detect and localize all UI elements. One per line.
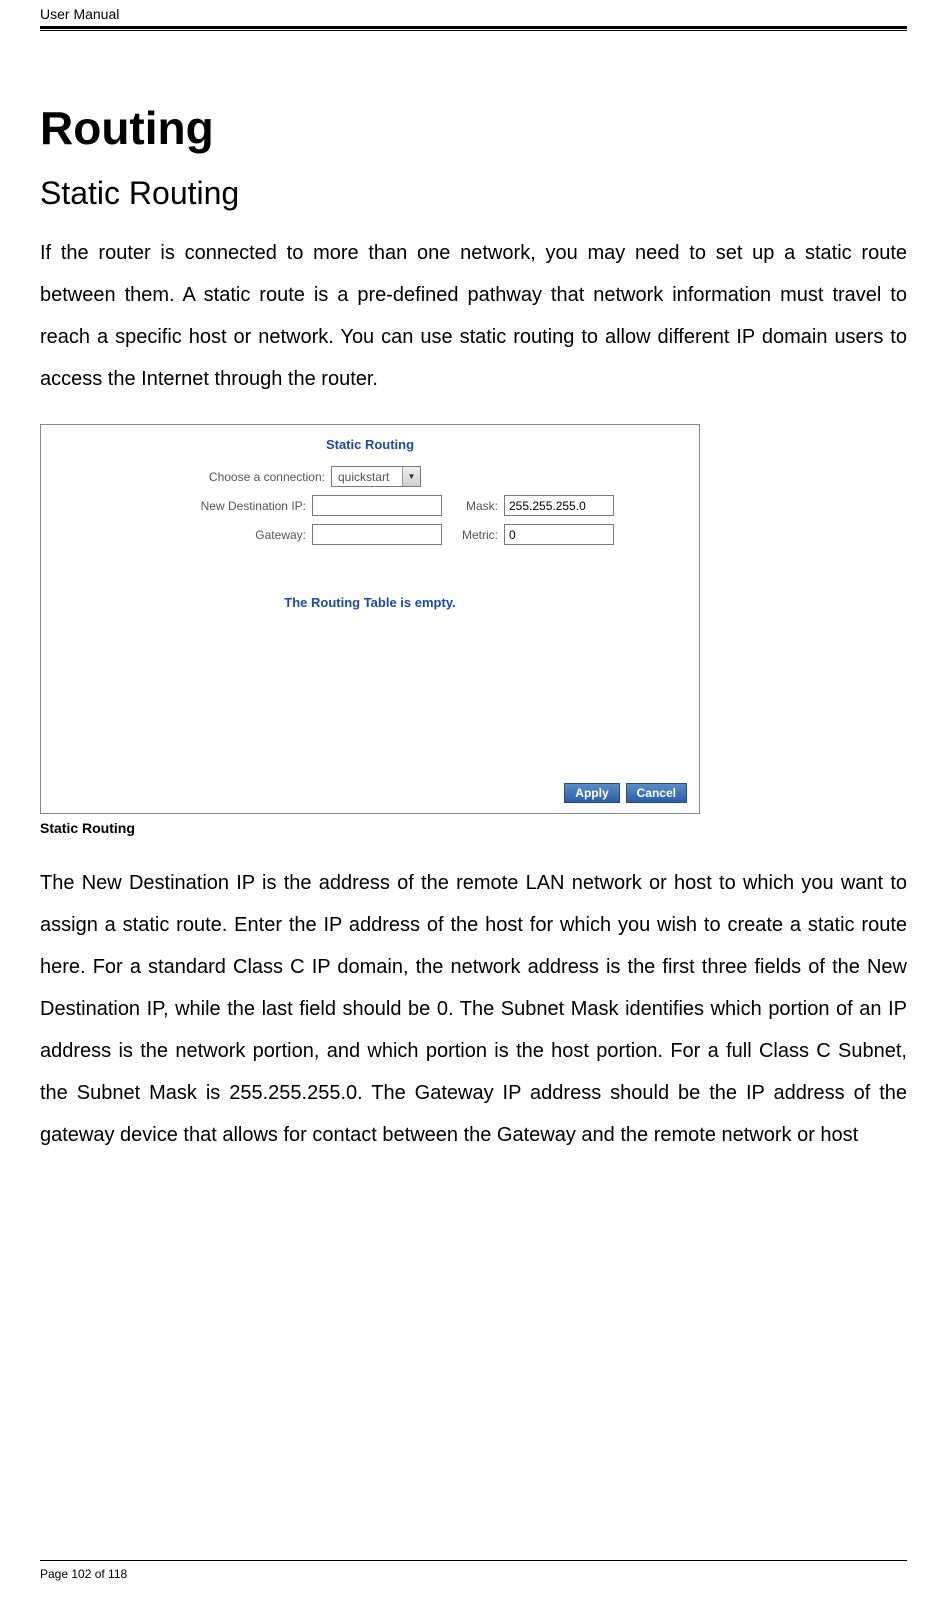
screenshot-title: Static Routing	[41, 425, 699, 466]
input-new-dest-ip[interactable]	[312, 495, 442, 516]
heading-routing: Routing	[40, 101, 907, 155]
description-paragraph: The New Destination IP is the address of…	[40, 862, 907, 1156]
row-destination-ip: New Destination IP: Mask:	[41, 495, 699, 516]
input-mask[interactable]	[504, 495, 614, 516]
chevron-down-icon[interactable]: ▼	[402, 467, 420, 486]
label-choose-connection: Choose a connection:	[145, 470, 325, 484]
figure-caption: Static Routing	[40, 820, 907, 836]
input-gateway[interactable]	[312, 524, 442, 545]
static-routing-screenshot: Static Routing Choose a connection: quic…	[40, 424, 700, 814]
page-footer: Page 102 of 118	[40, 1560, 907, 1581]
heading-static-routing: Static Routing	[40, 175, 907, 212]
label-metric: Metric:	[448, 528, 498, 542]
cancel-button[interactable]: Cancel	[626, 783, 687, 803]
header-rule	[40, 26, 907, 31]
input-metric[interactable]	[504, 524, 614, 545]
footer-rule	[40, 1560, 907, 1561]
row-gateway: Gateway: Metric:	[41, 524, 699, 545]
page-header: User Manual	[40, 0, 907, 26]
routing-table-empty-message: The Routing Table is empty.	[41, 595, 699, 610]
page-number: Page 102 of 118	[40, 1567, 907, 1581]
label-gateway: Gateway:	[126, 528, 306, 542]
label-mask: Mask:	[448, 499, 498, 513]
apply-button[interactable]: Apply	[564, 783, 619, 803]
select-connection-value: quickstart	[332, 470, 402, 484]
select-connection[interactable]: quickstart ▼	[331, 466, 421, 487]
intro-paragraph: If the router is connected to more than …	[40, 232, 907, 400]
row-choose-connection: Choose a connection: quickstart ▼	[41, 466, 699, 487]
label-new-dest-ip: New Destination IP:	[126, 499, 306, 513]
button-bar: Apply Cancel	[564, 783, 687, 803]
